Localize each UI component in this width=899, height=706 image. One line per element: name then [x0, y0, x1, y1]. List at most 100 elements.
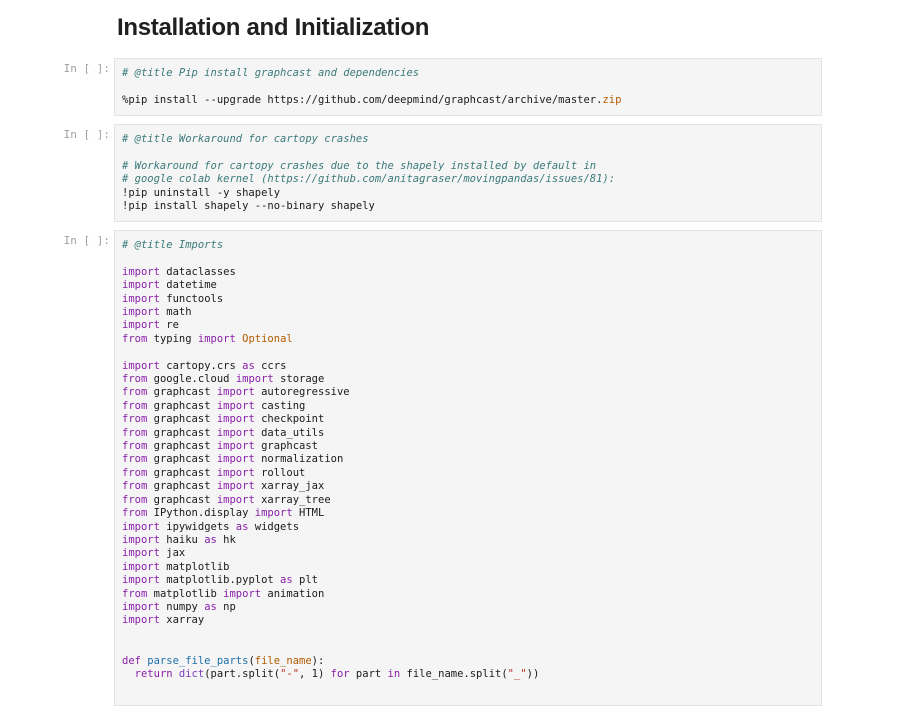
code-line: %pip install --upgrade https://github.co…: [122, 94, 814, 107]
code-token: checkpoint: [254, 413, 325, 426]
code-editor[interactable]: # @title Pip install graphcast and depen…: [114, 58, 822, 116]
code-line: import matplotlib.pyplot as plt: [122, 574, 814, 587]
code-token: graphcast: [147, 466, 217, 479]
code-token: from: [122, 332, 148, 345]
code-token: import: [216, 466, 255, 479]
code-token: cartopy.crs: [159, 359, 243, 372]
code-line: from typing import Optional: [122, 333, 814, 346]
code-editor[interactable]: # @title Imports import dataclasses import…: [114, 230, 822, 706]
code-token: math: [159, 306, 192, 319]
code-line: import matplotlib: [122, 561, 814, 574]
code-token: functools: [159, 292, 224, 305]
code-token: numpy: [159, 600, 205, 613]
code-token: dict: [172, 667, 205, 680]
code-token: from: [122, 399, 148, 412]
code-token: np: [216, 600, 236, 613]
code-token: from: [122, 466, 148, 479]
code-token: import: [216, 493, 255, 506]
code-token: import: [122, 359, 160, 372]
code-token: plt: [292, 574, 318, 587]
code-token: widgets: [248, 520, 300, 533]
code-token: matplotlib: [159, 560, 230, 573]
code-line: !pip install shapely --no-binary shapely: [122, 200, 814, 213]
cell-prompt: In [ ]:: [63, 234, 110, 247]
code-token: as: [204, 533, 217, 546]
code-token: )): [526, 667, 540, 680]
code-token: rollout: [254, 466, 306, 479]
code-token: import: [122, 574, 160, 587]
code-token: from: [122, 453, 148, 466]
code-token: import: [122, 306, 160, 319]
code-token: import: [122, 600, 160, 613]
code-token: import: [122, 533, 160, 546]
code-token: "_": [507, 667, 527, 680]
code-token: from: [122, 493, 148, 506]
code-text[interactable]: # @title Pip install graphcast and depen…: [122, 67, 814, 107]
code-line: from matplotlib import animation: [122, 588, 814, 601]
code-text[interactable]: # @title Workaround for cartopy crashes #…: [122, 133, 814, 213]
code-token: return: [134, 667, 173, 680]
code-line: import datetime: [122, 279, 814, 292]
code-line: import numpy as np: [122, 601, 814, 614]
code-token: xarray_tree: [254, 493, 331, 506]
code-token: from: [122, 373, 148, 386]
code-token: matplotlib: [147, 587, 224, 600]
code-token: # @title Imports: [122, 239, 224, 251]
code-line: # @title Pip install graphcast and depen…: [122, 67, 814, 80]
code-token: matplotlib.pyplot: [159, 574, 281, 587]
code-line: import ipywidgets as widgets: [122, 521, 814, 534]
cell-prompt: In [ ]:: [63, 62, 110, 75]
code-line: import math: [122, 306, 814, 319]
code-token: (part.split(: [204, 667, 281, 680]
code-token: as: [280, 574, 293, 587]
code-token: graphcast: [147, 440, 217, 453]
code-token: from: [122, 587, 148, 600]
code-token: animation: [261, 587, 325, 600]
code-token: datetime: [159, 279, 217, 292]
code-token: from: [122, 413, 148, 426]
cell-prompt: In [ ]:: [63, 128, 110, 141]
code-token: import: [216, 426, 255, 439]
code-line: import dataclasses: [122, 266, 814, 279]
code-token: hk: [216, 533, 236, 546]
code-line: # google colab kernel (https://github.co…: [122, 173, 814, 186]
code-token: xarray_jax: [254, 480, 325, 493]
code-token: import: [122, 279, 160, 292]
code-token: import: [122, 292, 160, 305]
code-token: storage: [273, 373, 325, 386]
code-token: import: [122, 560, 160, 573]
code-token: from: [122, 386, 148, 399]
code-text[interactable]: # @title Imports import dataclasses import…: [122, 239, 814, 681]
code-token: from: [122, 440, 148, 453]
code-token: data_utils: [254, 426, 325, 439]
code-token: graphcast: [254, 440, 318, 453]
code-token: from: [122, 426, 148, 439]
code-token: import: [122, 614, 160, 627]
code-token: Optional: [235, 332, 293, 345]
code-token: # Workaround for cartopy crashes due to …: [122, 159, 597, 172]
code-token: for: [330, 667, 350, 680]
code-token: xarray: [159, 614, 205, 627]
code-token: dataclasses: [159, 265, 236, 278]
code-token: file_name.split(: [400, 667, 508, 680]
code-token: , 1): [299, 667, 331, 680]
code-token: import: [216, 399, 255, 412]
code-token: import: [254, 507, 293, 520]
code-editor[interactable]: # @title Workaround for cartopy crashes #…: [114, 124, 822, 222]
code-line: from graphcast import rollout: [122, 467, 814, 480]
code-token: import: [122, 520, 160, 533]
code-token: parse_file_parts: [140, 654, 249, 667]
code-line: from google.cloud import storage: [122, 373, 814, 386]
code-line: from graphcast import xarray_jax: [122, 480, 814, 493]
code-token: haiku: [159, 533, 205, 546]
code-token: import: [216, 453, 255, 466]
code-token: graphcast: [147, 399, 217, 412]
code-token: IPython.display: [147, 507, 255, 520]
code-token: jax: [159, 547, 186, 560]
code-line: # @title Workaround for cartopy crashes: [122, 133, 814, 146]
code-token: import: [216, 480, 255, 493]
code-token: import: [235, 373, 274, 386]
